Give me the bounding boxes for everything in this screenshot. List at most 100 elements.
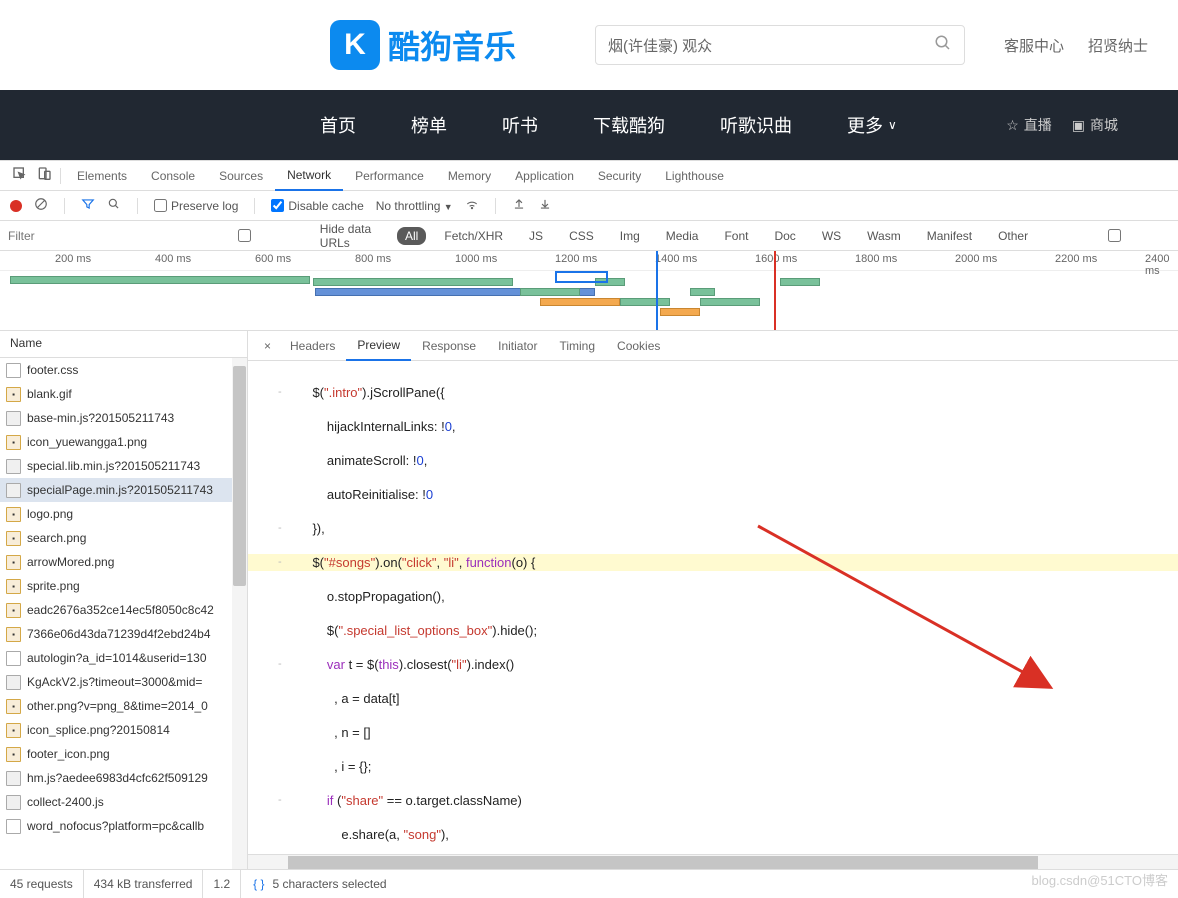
upload-icon[interactable] bbox=[512, 197, 526, 214]
filter-css[interactable]: CSS bbox=[561, 227, 602, 245]
file-item[interactable]: autologin?a_id=1014&userid=130 bbox=[0, 646, 247, 670]
link-support[interactable]: 客服中心 bbox=[1004, 35, 1064, 56]
nav-shop[interactable]: ▣商城 bbox=[1072, 115, 1118, 135]
search-box[interactable] bbox=[595, 25, 965, 65]
nav-download[interactable]: 下载酷狗 bbox=[593, 112, 665, 138]
close-icon[interactable]: × bbox=[256, 339, 279, 353]
file-name: footer.css bbox=[27, 363, 78, 377]
nav-more[interactable]: 更多∨ bbox=[847, 112, 897, 138]
tick: 2400 ms bbox=[1145, 253, 1178, 277]
file-item[interactable]: ▪blank.gif bbox=[0, 382, 247, 406]
filter-font[interactable]: Font bbox=[716, 227, 756, 245]
file-name: autologin?a_id=1014&userid=130 bbox=[27, 651, 207, 665]
tab-response[interactable]: Response bbox=[411, 332, 487, 360]
nav-live[interactable]: ☆直播 bbox=[1006, 115, 1052, 135]
tick: 1400 ms bbox=[655, 253, 697, 265]
hide-data-urls-checkbox[interactable]: Hide data URLs bbox=[173, 222, 387, 250]
file-item[interactable]: ▪footer_icon.png bbox=[0, 742, 247, 766]
blocked-cookies-checkbox[interactable]: Has blocked cookies bbox=[1046, 222, 1178, 250]
tab-initiator[interactable]: Initiator bbox=[487, 332, 548, 360]
file-item[interactable]: ▪search.png bbox=[0, 526, 247, 550]
file-item[interactable]: ▪icon_yuewangga1.png bbox=[0, 430, 247, 454]
tab-memory[interactable]: Memory bbox=[436, 162, 503, 190]
nav-charts[interactable]: 榜单 bbox=[411, 112, 447, 138]
filter-xhr[interactable]: Fetch/XHR bbox=[436, 227, 511, 245]
filter-manifest[interactable]: Manifest bbox=[919, 227, 980, 245]
star-icon: ☆ bbox=[1006, 117, 1019, 134]
file-item[interactable]: ▪sprite.png bbox=[0, 574, 247, 598]
tab-performance[interactable]: Performance bbox=[343, 162, 436, 190]
logo[interactable]: K 酷狗音乐 bbox=[330, 20, 516, 70]
file-icon: ▪ bbox=[6, 387, 21, 402]
tab-preview[interactable]: Preview bbox=[346, 331, 411, 361]
tab-console[interactable]: Console bbox=[139, 162, 207, 190]
record-button[interactable] bbox=[10, 200, 22, 212]
page-header: K 酷狗音乐 客服中心 招贤纳士 bbox=[0, 0, 1178, 90]
file-item[interactable]: specialPage.min.js?201505211743 bbox=[0, 478, 247, 502]
nav-audiobook[interactable]: 听书 bbox=[502, 112, 538, 138]
tab-lighthouse[interactable]: Lighthouse bbox=[653, 162, 736, 190]
file-item[interactable]: ▪eadc2676a352ce14ec5f8050c8c42 bbox=[0, 598, 247, 622]
wifi-icon[interactable] bbox=[465, 197, 479, 214]
search-icon[interactable] bbox=[934, 34, 952, 57]
filter-icon[interactable] bbox=[81, 197, 95, 214]
download-icon[interactable] bbox=[538, 197, 552, 214]
file-item[interactable]: ▪7366e06d43da71239d4f2ebd24b4 bbox=[0, 622, 247, 646]
file-item[interactable]: word_nofocus?platform=pc&callb bbox=[0, 814, 247, 838]
file-item[interactable]: special.lib.min.js?201505211743 bbox=[0, 454, 247, 478]
file-item[interactable]: ▪logo.png bbox=[0, 502, 247, 526]
code-preview[interactable]: - $(".intro").jScrollPane({ hijackIntern… bbox=[248, 361, 1178, 854]
nav-identify[interactable]: 听歌识曲 bbox=[720, 112, 792, 138]
file-item[interactable]: ▪arrowMored.png bbox=[0, 550, 247, 574]
file-item[interactable]: footer.css bbox=[0, 358, 247, 382]
tab-elements[interactable]: Elements bbox=[65, 162, 139, 190]
filter-input[interactable] bbox=[8, 229, 163, 243]
braces-icon[interactable]: { } bbox=[253, 877, 264, 891]
inspect-icon[interactable] bbox=[8, 162, 32, 189]
disable-cache-checkbox[interactable]: Disable cache bbox=[271, 199, 363, 213]
tab-security[interactable]: Security bbox=[586, 162, 653, 190]
clear-icon[interactable] bbox=[34, 197, 48, 214]
tab-timing[interactable]: Timing bbox=[548, 332, 606, 360]
tab-network[interactable]: Network bbox=[275, 161, 343, 191]
scrollbar[interactable] bbox=[232, 358, 247, 869]
throttling-select[interactable]: No throttling ▼ bbox=[376, 199, 453, 213]
file-item[interactable]: ▪other.png?v=png_8&time=2014_0 bbox=[0, 694, 247, 718]
filter-js[interactable]: JS bbox=[521, 227, 551, 245]
file-icon bbox=[6, 819, 21, 834]
search-icon[interactable] bbox=[107, 197, 121, 214]
tick: 200 ms bbox=[55, 253, 91, 265]
filter-img[interactable]: Img bbox=[612, 227, 648, 245]
filter-all[interactable]: All bbox=[397, 227, 426, 245]
link-careers[interactable]: 招贤纳士 bbox=[1088, 35, 1148, 56]
network-timeline[interactable]: 200 ms 400 ms 600 ms 800 ms 1000 ms 1200… bbox=[0, 251, 1178, 331]
filter-bar: Hide data URLs All Fetch/XHR JS CSS Img … bbox=[0, 221, 1178, 251]
logo-text: 酷狗音乐 bbox=[388, 22, 516, 68]
filter-wasm[interactable]: Wasm bbox=[859, 227, 909, 245]
nav-home[interactable]: 首页 bbox=[320, 112, 356, 138]
tab-headers[interactable]: Headers bbox=[279, 332, 346, 360]
file-name: collect-2400.js bbox=[27, 795, 104, 809]
file-item[interactable]: collect-2400.js bbox=[0, 790, 247, 814]
filter-ws[interactable]: WS bbox=[814, 227, 849, 245]
file-item[interactable]: ▪icon_splice.png?20150814 bbox=[0, 718, 247, 742]
filter-media[interactable]: Media bbox=[658, 227, 707, 245]
preserve-log-checkbox[interactable]: Preserve log bbox=[154, 199, 238, 213]
file-icon: ▪ bbox=[6, 435, 21, 450]
file-icon: ▪ bbox=[6, 627, 21, 642]
shop-icon: ▣ bbox=[1072, 117, 1085, 134]
devtools-panel: Elements Console Sources Network Perform… bbox=[0, 160, 1178, 897]
device-icon[interactable] bbox=[32, 162, 56, 189]
search-input[interactable] bbox=[608, 37, 934, 54]
file-item[interactable]: hm.js?aedee6983d4cfc62f509129 bbox=[0, 766, 247, 790]
column-name[interactable]: Name bbox=[0, 331, 247, 358]
file-icon bbox=[6, 795, 21, 810]
tab-cookies[interactable]: Cookies bbox=[606, 332, 671, 360]
file-item[interactable]: base-min.js?201505211743 bbox=[0, 406, 247, 430]
filter-other[interactable]: Other bbox=[990, 227, 1036, 245]
horizontal-scrollbar[interactable] bbox=[248, 854, 1178, 869]
tab-sources[interactable]: Sources bbox=[207, 162, 275, 190]
filter-doc[interactable]: Doc bbox=[766, 227, 803, 245]
tab-application[interactable]: Application bbox=[503, 162, 586, 190]
file-item[interactable]: KgAckV2.js?timeout=3000&mid= bbox=[0, 670, 247, 694]
